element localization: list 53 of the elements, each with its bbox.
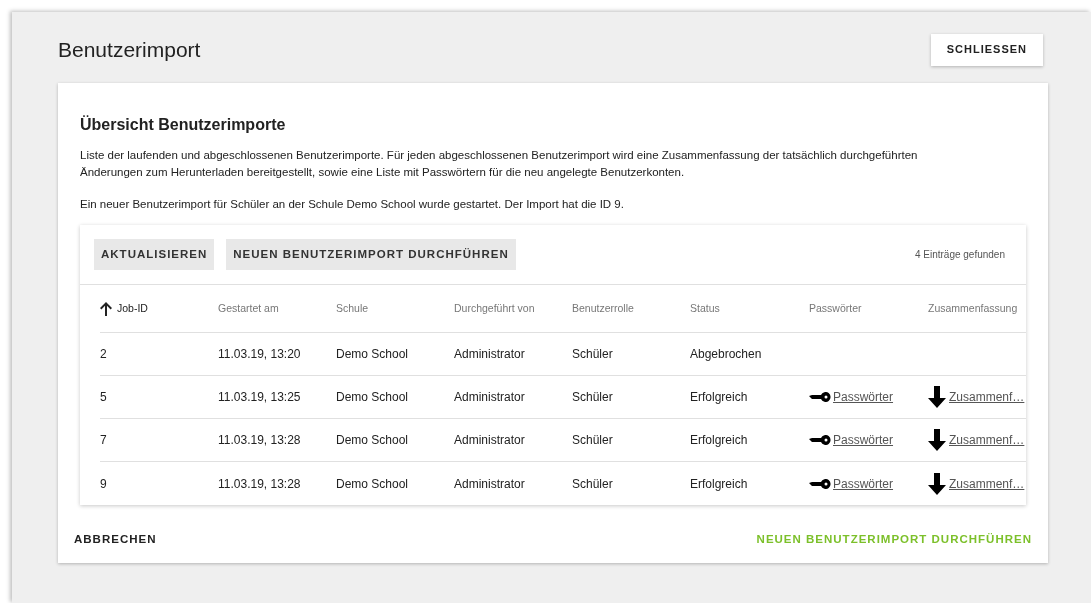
table-cell-text: 2 [100, 346, 107, 364]
table-cell-text: Demo School [336, 475, 409, 493]
table-cell-text: Demo School [336, 389, 409, 407]
passwords-link[interactable]: Passwörter [833, 388, 894, 407]
table-cell-text: Abgebrochen [690, 346, 762, 364]
summary-link[interactable]: Zusammenf… [949, 388, 1025, 407]
page-title: Benutzerimport [58, 36, 201, 63]
table-cell-text: Schüler [572, 432, 613, 450]
key-icon [809, 435, 831, 446]
description: Liste der laufenden und abgeschlossenen Benutzerimporte. Für jeden abgeschlossenen Benutzerimport wird eine Zusammenfassung der tatsächlich durchgeführten Änderungen zum Herunterladen bereitgestellt, sowie eine Liste mit Passwörtern für die neu angelegte Benutzerkonten. [80, 148, 919, 180]
table-cell-text: 11.03.19, 13:28 [218, 432, 301, 450]
column-header[interactable]: Durchgeführt von [454, 300, 535, 317]
table-cell-text: Administrator [454, 389, 525, 407]
table-cell-text: Administrator [454, 346, 525, 364]
table-cell-text: Erfolgreich [690, 432, 748, 450]
table-cell-text: Administrator [454, 475, 525, 493]
arrow-down-icon [928, 386, 946, 409]
table-cell-text: 11.03.19, 13:20 [218, 346, 301, 364]
column-header[interactable]: Gestartet am [218, 300, 279, 317]
table-cell-text: Administrator [454, 432, 525, 450]
column-header[interactable]: Schule [336, 300, 369, 317]
card-heading: Übersicht Benutzerimporte [80, 114, 287, 135]
arrow-down-icon [928, 472, 946, 495]
table-cell-text: Erfolgreich [690, 389, 748, 407]
key-icon [809, 392, 831, 403]
table-cell-text: 7 [100, 432, 107, 450]
summary-link[interactable]: Zusammenf… [949, 431, 1025, 450]
table-cell-text: Erfolgreich [690, 475, 748, 493]
column-header[interactable]: Status [690, 300, 720, 317]
table-cell-text: 5 [100, 389, 107, 407]
table-cell-text: Demo School [336, 432, 409, 450]
summary-link[interactable]: Zusammenf… [949, 474, 1025, 493]
column-header[interactable]: Zusammenfassung [928, 300, 1018, 317]
toolbar-button[interactable]: NEUEN BENUTZERIMPORT DURCHFÜHREN [226, 239, 516, 271]
column-header[interactable]: Benutzerrolle [572, 300, 634, 317]
table-cell-text: Schüler [572, 346, 613, 364]
key-icon [809, 478, 831, 489]
arrow-down-icon [928, 429, 946, 452]
table-cell-text: Schüler [572, 389, 613, 407]
table-cell-text: 9 [100, 475, 107, 493]
table-cell-text: 11.03.19, 13:25 [218, 389, 301, 407]
passwords-link[interactable]: Passwörter [833, 431, 894, 450]
notice: Ein neuer Benutzerimport für Schüler an der Schule Demo School wurde gestartet. Der Import hat die ID 9. [80, 197, 625, 212]
table-cell-text: Demo School [336, 346, 409, 364]
column-header[interactable]: Job-ID [117, 300, 148, 317]
passwords-link[interactable]: Passwörter [833, 474, 894, 493]
toolbar-button[interactable]: AKTUALISIEREN [94, 239, 215, 271]
cancel-button[interactable]: ABBRECHEN [73, 531, 158, 549]
entry-count: 4 Einträge gefunden [914, 248, 1006, 263]
close-button[interactable]: SCHLIESSEN [930, 33, 1043, 66]
table-cell-text: 11.03.19, 13:28 [218, 475, 301, 493]
column-header[interactable]: Passwörter [809, 300, 862, 317]
table-cell-text: Schüler [572, 475, 613, 493]
